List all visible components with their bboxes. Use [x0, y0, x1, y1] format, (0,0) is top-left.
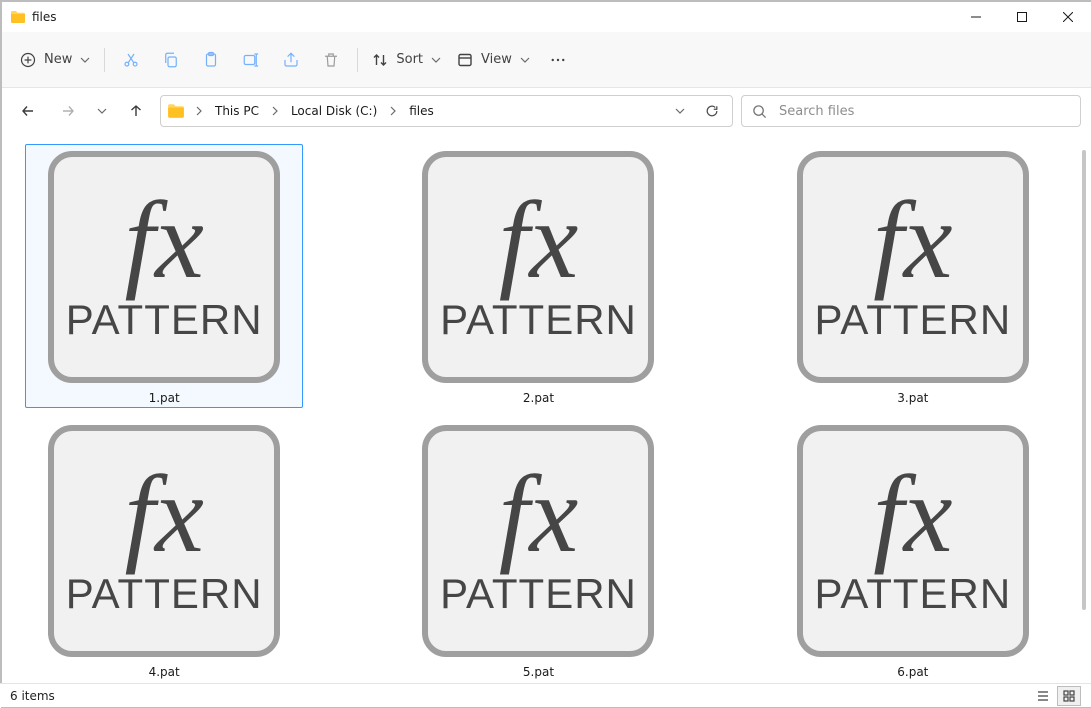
search-input[interactable] [777, 103, 1070, 120]
forward-button[interactable] [52, 95, 84, 127]
copy-button[interactable] [151, 42, 191, 78]
search-box[interactable] [741, 95, 1081, 127]
file-label: 3.pat [897, 391, 928, 405]
file-label: 4.pat [149, 665, 180, 679]
delete-button[interactable] [311, 42, 351, 78]
more-button[interactable] [538, 42, 578, 78]
chevron-down-icon [520, 55, 530, 65]
search-icon [752, 104, 767, 119]
new-button-label: New [44, 52, 72, 67]
folder-icon [167, 102, 185, 120]
window-maximize-button[interactable] [999, 2, 1045, 32]
status-item-count: 6 items [10, 689, 55, 703]
titlebar: files [2, 2, 1091, 32]
view-button-label: View [481, 52, 512, 67]
nav-row: This PC Local Disk (C:) files [2, 88, 1091, 134]
chevron-down-icon [97, 106, 107, 116]
folder-icon [10, 9, 26, 25]
file-grid: fx PATTERN 1.pat fx PATTERN 2.pat fx PAT… [0, 132, 1077, 683]
pattern-file-icon: fx PATTERN [418, 147, 658, 387]
chevron-right-icon[interactable] [191, 106, 207, 116]
file-item-1[interactable]: fx PATTERN 1.pat [25, 144, 303, 408]
file-label: 2.pat [523, 391, 554, 405]
view-details-button[interactable] [1031, 686, 1055, 706]
back-button[interactable] [12, 95, 44, 127]
file-item-4[interactable]: fx PATTERN 4.pat [25, 418, 303, 682]
sort-button[interactable]: Sort [364, 42, 449, 78]
breadcrumb-local-disk[interactable]: Local Disk (C:) [287, 104, 381, 118]
up-button[interactable] [120, 95, 152, 127]
file-label: 6.pat [897, 665, 928, 679]
window-close-button[interactable] [1045, 2, 1091, 32]
pattern-file-icon: fx PATTERN [44, 147, 284, 387]
address-bar[interactable]: This PC Local Disk (C:) files [160, 95, 733, 127]
file-item-3[interactable]: fx PATTERN 3.pat [774, 144, 1052, 408]
address-dropdown-button[interactable] [666, 97, 694, 125]
window-title: files [32, 10, 57, 24]
new-button[interactable]: New [12, 42, 98, 78]
chevron-right-icon[interactable] [385, 106, 401, 116]
pattern-file-icon: fx PATTERN [793, 147, 1033, 387]
rename-button[interactable] [231, 42, 271, 78]
window-minimize-button[interactable] [953, 2, 999, 32]
pattern-file-icon: fx PATTERN [793, 421, 1033, 661]
paste-button[interactable] [191, 42, 231, 78]
file-label: 5.pat [523, 665, 554, 679]
pattern-file-icon: fx PATTERN [44, 421, 284, 661]
status-bar: 6 items [0, 683, 1091, 707]
pattern-file-icon: fx PATTERN [418, 421, 658, 661]
share-button[interactable] [271, 42, 311, 78]
cut-button[interactable] [111, 42, 151, 78]
view-large-icons-button[interactable] [1057, 686, 1081, 706]
refresh-button[interactable] [698, 97, 726, 125]
scrollbar[interactable] [1077, 132, 1091, 683]
scroll-thumb[interactable] [1082, 150, 1086, 610]
breadcrumb-this-pc[interactable]: This PC [211, 104, 263, 118]
file-item-6[interactable]: fx PATTERN 6.pat [774, 418, 1052, 682]
breadcrumb-files[interactable]: files [405, 104, 438, 118]
recent-locations-button[interactable] [92, 95, 112, 127]
chevron-down-icon [675, 106, 685, 116]
chevron-down-icon [431, 55, 441, 65]
file-item-2[interactable]: fx PATTERN 2.pat [399, 144, 677, 408]
file-item-5[interactable]: fx PATTERN 5.pat [399, 418, 677, 682]
file-label: 1.pat [149, 391, 180, 405]
sort-button-label: Sort [396, 52, 423, 67]
chevron-right-icon[interactable] [267, 106, 283, 116]
toolbar: New Sort View [2, 32, 1091, 88]
view-button[interactable]: View [449, 42, 538, 78]
chevron-down-icon [80, 55, 90, 65]
